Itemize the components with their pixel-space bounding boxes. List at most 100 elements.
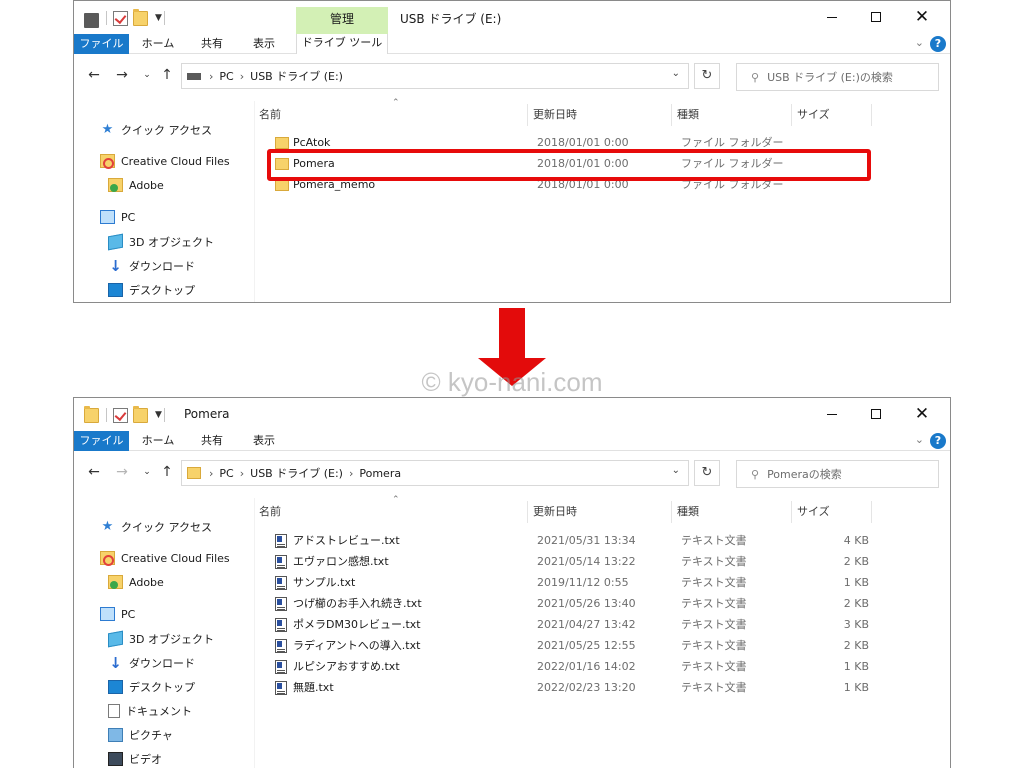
forward-icon[interactable]: → [114, 464, 130, 480]
search-input[interactable]: ⚲ USB ドライブ (E:)の検索 [736, 63, 939, 91]
explorer-window-usb-drive: ▼ 管理 USB ドライブ (E:) ✕ ファイル ホーム 共有 表示 ⌄ ? … [73, 0, 951, 303]
star-icon: ★ [101, 519, 114, 534]
nav-downloads[interactable]: ↓ ダウンロード [108, 258, 195, 274]
address-dropdown-icon[interactable]: ⌄ [672, 465, 680, 476]
nav-quick-access[interactable]: ★ クイック アクセス [100, 122, 212, 138]
properties-icon[interactable] [113, 407, 128, 423]
text-file-icon [275, 618, 287, 632]
nav-videos[interactable]: ビデオ [108, 751, 162, 767]
nav-3d-objects[interactable]: 3D オブジェクト [108, 233, 214, 251]
creative-cloud-icon [100, 551, 115, 566]
back-icon[interactable]: ← [86, 67, 102, 83]
properties-icon[interactable] [113, 10, 128, 26]
text-file-icon [275, 639, 287, 653]
address-row: ← → ⌄ ↑ › PC › USB ドライブ (E:) ⌄ ↻ ⚲ USB ド… [74, 61, 950, 91]
nav-pc[interactable]: PC [100, 607, 135, 621]
column-name[interactable]: 名前 [255, 104, 525, 126]
text-file-icon [275, 660, 287, 674]
refresh-button[interactable]: ↻ [694, 63, 720, 89]
nav-3d-objects[interactable]: 3D オブジェクト [108, 630, 214, 648]
file-row[interactable]: エヴァロン感想.txt 2021/05/14 13:22 テキスト文書 2 KB [269, 552, 869, 572]
nav-creative-cloud-files[interactable]: Creative Cloud Files [100, 154, 230, 169]
file-row[interactable]: ポメラDM30レビュー.txt 2021/04/27 13:42 テキスト文書 … [269, 615, 869, 635]
close-button[interactable]: ✕ [900, 402, 944, 426]
help-icon[interactable]: ? [930, 36, 946, 52]
tab-file[interactable]: ファイル [74, 431, 129, 451]
file-row[interactable]: ラディアントへの導入.txt 2021/05/25 12:55 テキスト文書 2… [269, 636, 869, 656]
nav-pictures[interactable]: ピクチャ [108, 727, 173, 743]
tab-view[interactable]: 表示 [244, 431, 284, 451]
up-icon[interactable]: ↑ [159, 464, 175, 480]
search-icon: ⚲ [751, 70, 760, 84]
breadcrumb-usb-drive[interactable]: USB ドライブ (E:) [250, 465, 343, 481]
download-icon: ↓ [109, 654, 122, 672]
close-icon: ✕ [914, 404, 930, 424]
customize-dropdown-icon[interactable]: ▼ [155, 410, 162, 420]
star-icon: ★ [101, 122, 114, 137]
column-type[interactable]: 種類 [673, 501, 788, 523]
back-icon[interactable]: ← [86, 464, 102, 480]
nav-documents[interactable]: ドキュメント [108, 703, 192, 719]
nav-adobe[interactable]: Adobe [108, 178, 164, 192]
forward-icon[interactable]: → [114, 67, 130, 83]
column-name[interactable]: 名前 [255, 501, 525, 523]
tab-view[interactable]: 表示 [244, 34, 284, 54]
nav-downloads[interactable]: ↓ ダウンロード [108, 655, 195, 671]
tab-share[interactable]: 共有 [192, 431, 232, 451]
maximize-button[interactable] [854, 5, 898, 29]
file-row[interactable]: 無題.txt 2022/02/23 13:20 テキスト文書 1 KB [269, 678, 869, 698]
expand-ribbon-icon[interactable]: ⌄ [915, 433, 924, 446]
column-date-modified[interactable]: 更新日時 [529, 501, 669, 523]
close-button[interactable]: ✕ [900, 5, 944, 29]
nav-creative-cloud-files[interactable]: Creative Cloud Files [100, 551, 230, 566]
adobe-folder-icon [108, 575, 123, 589]
breadcrumb-pomera[interactable]: Pomera [359, 467, 401, 480]
address-dropdown-icon[interactable]: ⌄ [672, 68, 680, 79]
highlight-box [267, 149, 871, 181]
minimize-button[interactable] [810, 5, 854, 29]
breadcrumb-usb-drive[interactable]: USB ドライブ (E:) [250, 68, 343, 84]
tab-home[interactable]: ホーム [136, 431, 180, 451]
breadcrumb-pc[interactable]: PC [219, 70, 233, 83]
tab-file[interactable]: ファイル [74, 34, 129, 54]
tab-drive-tools[interactable]: ドライブ ツール [296, 34, 388, 54]
recent-locations-icon[interactable]: ⌄ [139, 464, 155, 480]
tab-home[interactable]: ホーム [136, 34, 180, 54]
column-size[interactable]: サイズ [793, 104, 871, 126]
customize-dropdown-icon[interactable]: ▼ [155, 13, 162, 23]
nav-quick-access[interactable]: ★ クイック アクセス [100, 519, 212, 535]
help-icon[interactable]: ? [930, 433, 946, 449]
file-row[interactable]: サンプル.txt 2019/11/12 0:55 テキスト文書 1 KB [269, 573, 869, 593]
new-folder-icon[interactable] [133, 405, 148, 423]
desktop-icon [108, 680, 123, 694]
column-size[interactable]: サイズ [793, 501, 871, 523]
navigation-pane: ★ クイック アクセス Creative Cloud Files Adobe PC… [74, 498, 254, 768]
file-row[interactable]: ルピシアおすすめ.txt 2022/01/16 14:02 テキスト文書 1 K… [269, 657, 869, 677]
column-date-modified[interactable]: 更新日時 [529, 104, 669, 126]
breadcrumb-pc[interactable]: PC [219, 467, 233, 480]
recent-locations-icon[interactable]: ⌄ [139, 67, 155, 83]
nav-pc[interactable]: PC [100, 210, 135, 224]
3d-objects-icon [108, 630, 123, 648]
file-row[interactable]: アドストレビュー.txt 2021/05/31 13:34 テキスト文書 4 K… [269, 531, 869, 551]
minimize-button[interactable] [810, 402, 854, 426]
nav-desktop[interactable]: デスクトップ [108, 282, 195, 298]
up-icon[interactable]: ↑ [159, 67, 175, 83]
address-bar[interactable]: › PC › USB ドライブ (E:) › Pomera ⌄ [181, 460, 689, 486]
video-icon [108, 752, 123, 766]
new-folder-icon[interactable] [133, 8, 148, 26]
nav-adobe[interactable]: Adobe [108, 575, 164, 589]
column-type[interactable]: 種類 [673, 104, 788, 126]
maximize-button[interactable] [854, 402, 898, 426]
nav-desktop[interactable]: デスクトップ [108, 679, 195, 695]
ribbon-tabs: ファイル ホーム 共有 表示 ⌄ ? [74, 34, 950, 54]
file-row[interactable]: つげ櫛のお手入れ続き.txt 2021/05/26 13:40 テキスト文書 2… [269, 594, 869, 614]
address-row: ← → ⌄ ↑ › PC › USB ドライブ (E:) › Pomera ⌄ … [74, 458, 950, 488]
document-icon [108, 704, 120, 718]
address-bar[interactable]: › PC › USB ドライブ (E:) ⌄ [181, 63, 689, 89]
refresh-button[interactable]: ↻ [694, 460, 720, 486]
search-input[interactable]: ⚲ Pomeraの検索 [736, 460, 939, 488]
expand-ribbon-icon[interactable]: ⌄ [915, 36, 924, 49]
tab-share[interactable]: 共有 [192, 34, 232, 54]
folder-icon [187, 467, 201, 479]
